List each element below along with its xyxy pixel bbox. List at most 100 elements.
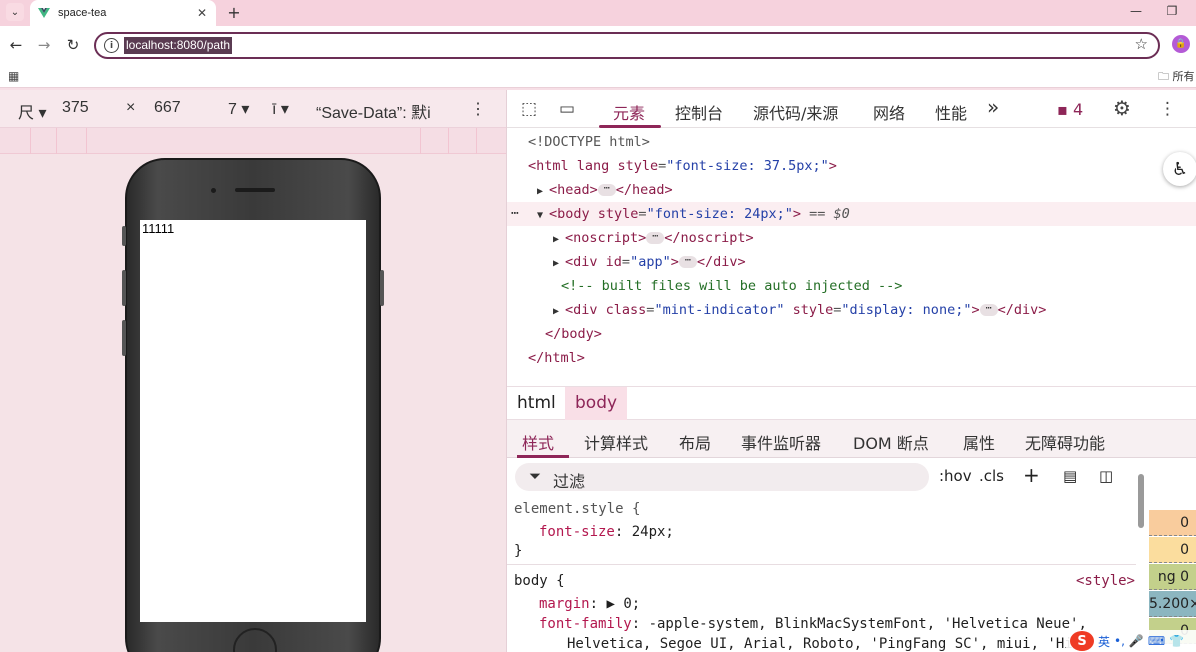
element-style-declaration[interactable]: font-size: 24px; [539,521,674,543]
ruler-segment[interactable] [420,128,421,154]
sogou-logo-icon[interactable]: S [1070,631,1094,651]
div-app-node[interactable]: ▶ <div id="app"> ⋯ </div> [553,250,746,274]
tab-layout[interactable]: 布局 [679,430,711,454]
apps-icon[interactable]: ▦ [8,69,19,83]
breadcrumb-html[interactable]: html [507,387,566,420]
tab-elements[interactable]: 元素 [613,100,645,124]
profile-avatar[interactable]: 🔒 [1172,35,1190,53]
star-icon[interactable]: ☆ [1135,35,1148,53]
settings-gear-icon[interactable]: ⚙ [1113,96,1131,120]
tab-event-listeners[interactable]: 事件监听器 [741,430,821,454]
accessibility-icon[interactable]: ♿ [1163,152,1196,186]
ruler-segment[interactable] [56,128,57,154]
tab-styles[interactable]: 样式 [522,430,554,454]
tab-sources[interactable]: 源代码/来源 [753,100,838,124]
more-options-icon[interactable]: ⋮ [470,99,486,119]
ruler-segment[interactable] [448,128,449,154]
tab-performance[interactable]: 性能 [935,100,967,124]
zoom-dropdown[interactable]: 7 ▾ [228,99,249,119]
paint-brush-icon[interactable]: ▤ [1063,467,1077,485]
more-tabs-button[interactable]: » [987,95,999,119]
body-selector[interactable]: body { [514,570,565,592]
comment-node[interactable]: <!-- built files will be auto injected -… [561,274,902,298]
new-style-rule-button[interactable]: + [1023,463,1040,487]
new-tab-button[interactable]: + [224,2,244,22]
ruler-segment[interactable] [30,128,31,154]
minimize-button[interactable]: — [1118,0,1154,22]
body-close-node[interactable]: </body> [545,322,602,346]
div-mint-node[interactable]: ▶ <div class="mint-indicator" style="disp… [553,298,1046,322]
tab-network[interactable]: 网络 [873,100,905,124]
class-toggle[interactable]: .cls [979,467,1004,485]
breadcrumb-body[interactable]: body [565,387,628,420]
font-family-declaration[interactable]: font-family: -apple-system, BlinkMacSyst… [539,613,1087,635]
tab-list-button[interactable]: ⌄ [6,3,24,21]
property-value[interactable]: 0; [623,596,640,612]
expand-triangle-icon[interactable]: ▶ [606,596,614,612]
dimensions-dropdown[interactable]: 尺 ▾ [18,99,47,123]
reload-button[interactable]: ↻ [63,35,83,55]
ellipsis-icon[interactable]: ⋯ [597,184,616,196]
hover-state-toggle[interactable]: :hov [939,467,972,485]
head-node[interactable]: ▶ <head> ⋯ </head> [537,178,673,202]
close-icon[interactable]: ✕ [194,5,210,21]
box-model-content[interactable]: 5.200×2 [1149,591,1196,617]
property-name[interactable]: font-size [539,524,615,540]
device-toggle-icon[interactable]: ▭ [559,99,575,119]
styles-scrollbar-thumb[interactable] [1138,474,1144,528]
property-value[interactable]: 24px; [632,524,674,540]
ime-punctuation-toggle[interactable]: •, [1114,634,1125,648]
property-value[interactable]: -apple-system, BlinkMacSystemFont, 'Helv… [649,616,1087,632]
inspect-element-icon[interactable]: ⬚ [521,99,537,119]
body-node[interactable]: ▼ <body style="font-size: 24px;"> == $0 [537,202,850,226]
source-link[interactable]: <style> [1076,570,1135,592]
html-node[interactable]: <html lang style="font-size: 37.5px;"> [528,154,837,178]
media-query-ruler[interactable] [0,128,506,154]
save-data-dropdown[interactable]: “Save-Data”: 默i [316,99,431,123]
back-button[interactable]: ← [6,35,26,55]
property-name[interactable]: margin [539,596,590,612]
tab-properties[interactable]: 属性 [963,430,995,454]
box-model-margin[interactable]: 0 [1149,510,1196,536]
margin-declaration[interactable]: margin: ▶ 0; [539,593,640,615]
box-model-padding[interactable]: ng 0 [1149,564,1196,590]
ellipsis-icon[interactable]: ⋯ [678,256,697,268]
element-style-selector[interactable]: element.style { [514,498,640,520]
info-icon[interactable]: i [104,38,119,53]
browser-tab[interactable]: space-tea ✕ [30,0,216,26]
noscript-node[interactable]: ▶ <noscript> ⋯ </noscript> [553,226,754,250]
ime-language-toggle[interactable]: 英 [1098,633,1110,650]
doctype-node[interactable]: <!DOCTYPE html> [528,130,650,154]
row-actions-icon[interactable]: ⋯ [511,202,519,226]
expand-triangle-icon[interactable]: ▶ [553,228,565,252]
microphone-icon[interactable]: 🎤 [1129,634,1144,648]
box-model-border[interactable]: 0 [1149,537,1196,563]
filter-input[interactable]: ⏷ 过滤 [515,463,929,491]
font-family-continuation[interactable]: Helvetica, Segoe UI, Arial, Roboto, 'Pin… [567,633,1073,652]
ruler-segment[interactable] [86,128,87,154]
tab-computed[interactable]: 计算样式 [584,430,648,454]
ellipsis-icon[interactable]: ⋯ [646,232,665,244]
url-text[interactable]: localhost:8080/path [124,37,233,54]
skin-icon[interactable]: 👕 [1169,634,1184,648]
forward-button[interactable]: → [34,35,54,55]
issues-badge[interactable]: ▪ 4 [1057,100,1083,119]
tab-dom-breakpoints[interactable]: DOM 断点 [853,430,929,454]
phone-screen[interactable]: 11111 [140,220,366,622]
height-input[interactable]: 667 [154,99,181,117]
expand-triangle-icon[interactable]: ▶ [553,300,565,324]
html-close-node[interactable]: </html> [528,346,585,370]
tab-console[interactable]: 控制台 [675,100,723,124]
width-input[interactable]: 375 [62,99,89,117]
property-name[interactable]: font-family [539,616,632,632]
tab-accessibility[interactable]: 无障碍功能 [1025,430,1105,454]
ellipsis-icon[interactable]: ⋯ [979,304,998,316]
keyboard-icon[interactable]: ⌨ [1148,634,1165,648]
throttle-dropdown[interactable]: ī ▾ [272,99,289,119]
maximize-button[interactable]: ❐ [1154,0,1190,22]
sidebar-toggle-icon[interactable]: ◫ [1099,467,1113,485]
expand-triangle-icon[interactable]: ▶ [553,252,565,276]
collapse-triangle-icon[interactable]: ▼ [537,204,549,228]
expand-triangle-icon[interactable]: ▶ [537,180,549,204]
ruler-segment[interactable] [476,128,477,154]
